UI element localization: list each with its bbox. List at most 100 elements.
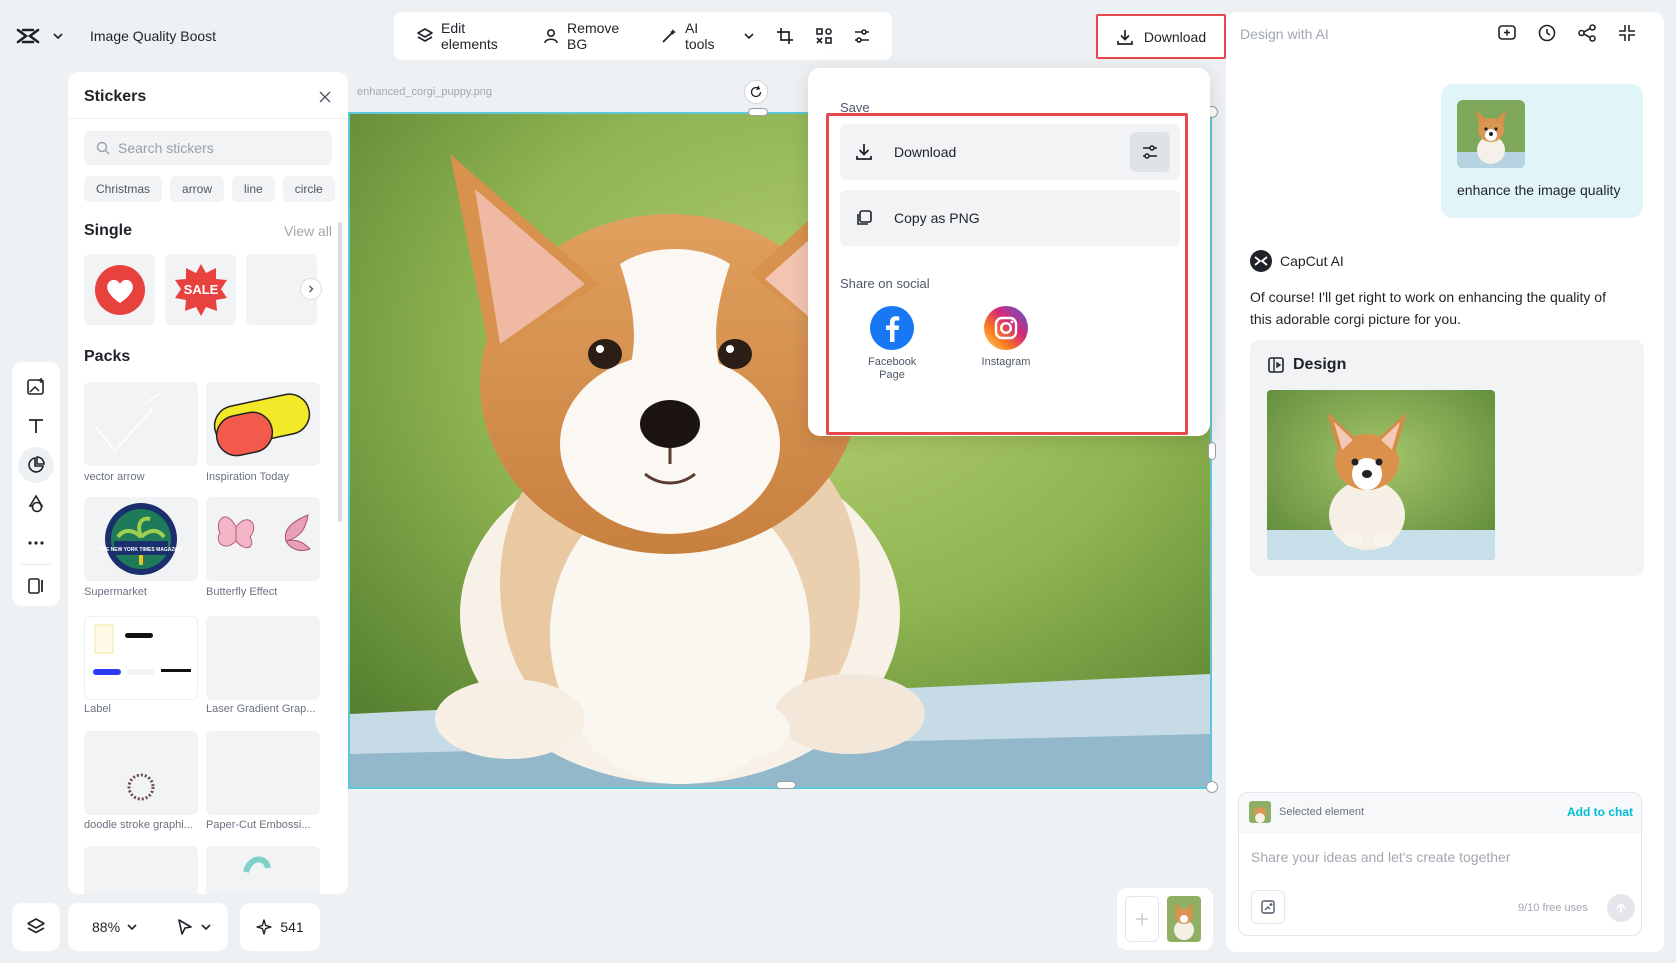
popup-download-row[interactable]: Download — [840, 124, 1180, 180]
shapes-icon — [26, 494, 46, 514]
upload-image-button[interactable] — [1251, 890, 1285, 924]
pack-label: vector arrow — [84, 471, 145, 483]
close-icon[interactable] — [318, 90, 332, 104]
crop-button[interactable] — [769, 19, 801, 53]
pack-vector-arrow[interactable] — [84, 382, 198, 466]
pack-label: Paper-Cut Embossi... — [206, 819, 311, 831]
chat-input-area[interactable]: Share your ideas and let's create togeth… — [1239, 833, 1641, 935]
user-attached-image[interactable] — [1457, 100, 1525, 168]
layers-button[interactable] — [12, 903, 60, 951]
resize-handle-corner[interactable] — [1206, 781, 1218, 793]
design-frame-icon — [1267, 356, 1285, 374]
person-icon — [542, 27, 560, 45]
facebook-share-button[interactable]: Facebook Page — [852, 306, 932, 382]
user-message-text: enhance the image quality — [1457, 182, 1621, 198]
rail-text-button[interactable] — [18, 408, 54, 444]
resize-handle-top[interactable] — [748, 108, 768, 116]
copy-as-png-row[interactable]: Copy as PNG — [840, 190, 1180, 246]
chevron-down-icon — [126, 921, 138, 933]
send-button[interactable] — [1607, 894, 1635, 922]
rail-video-button[interactable] — [18, 568, 54, 604]
chevron-down-icon[interactable] — [52, 30, 64, 42]
chevron-down-icon — [200, 921, 212, 933]
stickers-header: Stickers — [84, 88, 332, 106]
share-section-label: Share on social — [840, 276, 930, 291]
credits-button[interactable]: 541 — [240, 903, 320, 951]
sale-sticker[interactable]: SALE — [165, 254, 236, 325]
collapse-icon[interactable] — [1616, 22, 1638, 44]
cursor-icon — [176, 918, 194, 936]
badge-text: THE NEW YORK TIMES MAGAZINE — [99, 547, 183, 553]
download-button[interactable]: Download — [1096, 14, 1226, 59]
facebook-icon — [852, 306, 932, 350]
pack-label: Laser Gradient Grap... — [206, 703, 316, 715]
view-all-link[interactable]: View all — [284, 223, 332, 239]
rail-image-button[interactable] — [18, 369, 54, 405]
share-icon[interactable] — [1576, 22, 1598, 44]
chip-line[interactable]: line — [232, 176, 275, 202]
packs-title: Packs — [84, 348, 131, 365]
design-result-image[interactable] — [1267, 390, 1495, 560]
zoom-dropdown[interactable]: 88% — [80, 919, 150, 935]
sparkle-icon — [256, 919, 273, 935]
stickers-scrollbar[interactable] — [338, 222, 342, 522]
page-thumbnail[interactable] — [1167, 896, 1201, 942]
capcut-ai-avatar-icon — [1250, 250, 1272, 272]
pack-doodle-stroke[interactable] — [84, 731, 198, 815]
pack-butterfly-effect[interactable] — [206, 497, 320, 581]
remove-bg-button[interactable]: Remove BG — [534, 19, 646, 53]
sliders-icon — [853, 27, 871, 45]
pack-more-1[interactable] — [84, 846, 198, 894]
pointer-tool-dropdown[interactable] — [166, 918, 222, 936]
chip-arrow[interactable]: arrow — [170, 176, 225, 202]
chat-input-box: Selected element Add to chat Share your … — [1238, 792, 1642, 936]
sliders-icon — [1141, 143, 1159, 161]
pack-label-sticker[interactable] — [84, 616, 198, 700]
resize-handle-right[interactable] — [1208, 442, 1216, 460]
instagram-share-button[interactable]: Instagram — [966, 306, 1046, 368]
adjust-button[interactable] — [846, 19, 878, 53]
sticker-search-input[interactable]: Search stickers — [84, 131, 332, 165]
plus-icon — [1134, 911, 1150, 927]
pack-supermarket[interactable]: THE NEW YORK TIMES MAGAZINE — [84, 497, 198, 581]
selected-element-thumb — [1249, 801, 1271, 823]
pack-label: Butterfly Effect — [206, 586, 278, 598]
arrow-up-icon — [1614, 901, 1628, 915]
new-chat-icon[interactable] — [1496, 22, 1518, 44]
arrange-button[interactable] — [808, 19, 840, 53]
ai-tools-button[interactable]: AI tools — [652, 19, 763, 53]
chevron-right-icon — [306, 284, 316, 294]
magic-wand-icon — [660, 27, 678, 45]
panel-actions — [1496, 22, 1638, 44]
scroll-right-button[interactable] — [300, 278, 322, 300]
chip-circle[interactable]: circle — [282, 176, 335, 202]
pack-inspiration-today[interactable] — [206, 382, 320, 466]
copy-icon — [850, 208, 878, 228]
history-icon[interactable] — [1536, 22, 1558, 44]
page-thumbnails — [1117, 888, 1213, 950]
search-icon — [96, 141, 110, 155]
add-to-chat-link[interactable]: Add to chat — [1567, 805, 1633, 819]
heart-sticker[interactable] — [84, 254, 155, 325]
zoom-and-pointer-controls: 88% — [68, 903, 228, 951]
resize-handle-bottom[interactable] — [776, 781, 796, 789]
download-settings-button[interactable] — [1130, 132, 1170, 172]
ai-message-text: Of course! I'll get right to work on enh… — [1250, 289, 1606, 327]
capcut-logo-icon[interactable] — [16, 27, 40, 45]
pack-more-2[interactable] — [206, 846, 320, 894]
chevron-down-icon — [743, 30, 755, 42]
rail-shapes-button[interactable] — [18, 486, 54, 522]
image-add-icon — [1260, 899, 1276, 915]
rotate-handle[interactable] — [744, 80, 768, 104]
pack-laser-gradient[interactable] — [206, 616, 320, 700]
rail-stickers-button[interactable] — [18, 447, 54, 483]
pack-paper-cut[interactable] — [206, 731, 320, 815]
rail-more-button[interactable] — [18, 525, 54, 561]
design-card-header: Design — [1267, 356, 1346, 374]
chip-christmas[interactable]: Christmas — [84, 176, 163, 202]
edit-elements-button[interactable]: Edit elements — [408, 19, 528, 53]
add-page-button[interactable] — [1125, 896, 1159, 942]
design-result-card[interactable]: Design — [1250, 340, 1644, 576]
sticker-icon — [26, 455, 46, 475]
instagram-icon — [966, 306, 1046, 350]
